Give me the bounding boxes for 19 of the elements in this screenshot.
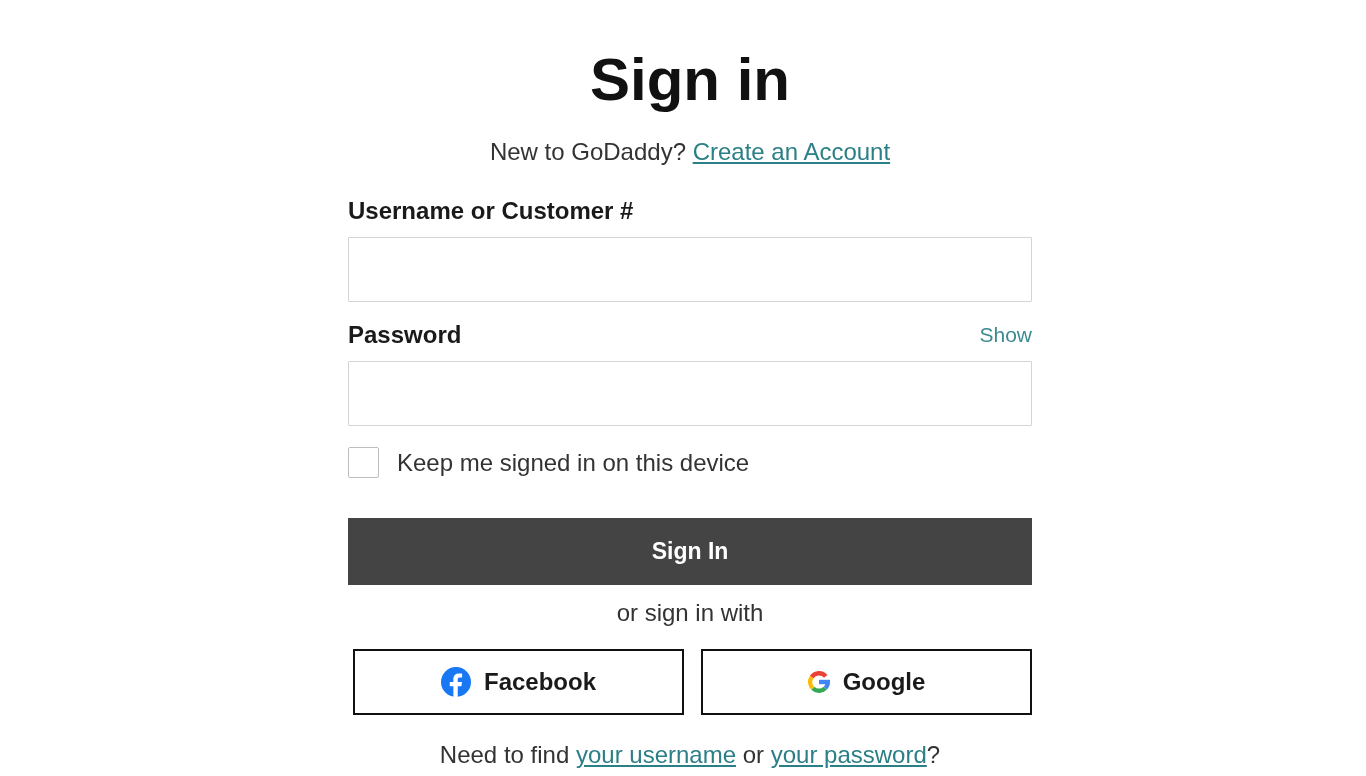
divider-text: or sign in with bbox=[615, 599, 765, 627]
recovery-link[interactable]: your username bbox=[575, 741, 736, 768]
remember-label: Keep me signed in on this device bbox=[397, 448, 750, 477]
help-text: Need to find your username or your password? bbox=[438, 741, 942, 769]
recovery-link[interactable]: your password bbox=[770, 741, 927, 768]
social-sign-in-button[interactable]: Google bbox=[701, 649, 1032, 715]
facebook-logo-icon bbox=[441, 667, 471, 697]
show-password-toggle[interactable]: Show bbox=[979, 321, 1032, 349]
password-field[interactable] bbox=[348, 361, 1032, 426]
social-sign-in-button[interactable]: Facebook bbox=[353, 649, 684, 715]
sign-in-button[interactable]: Sign In bbox=[348, 518, 1032, 585]
password-label: Password bbox=[348, 321, 462, 349]
remember-checkbox[interactable] bbox=[348, 447, 379, 478]
google-logo-icon bbox=[807, 671, 830, 693]
username-field[interactable] bbox=[348, 237, 1032, 302]
signup-prompt: New to GoDaddy? Create an Account bbox=[488, 138, 892, 166]
page-title: Sign in bbox=[589, 45, 791, 115]
create-account-link[interactable]: Create an Account bbox=[692, 138, 891, 165]
username-label: Username or Customer # bbox=[348, 197, 635, 225]
